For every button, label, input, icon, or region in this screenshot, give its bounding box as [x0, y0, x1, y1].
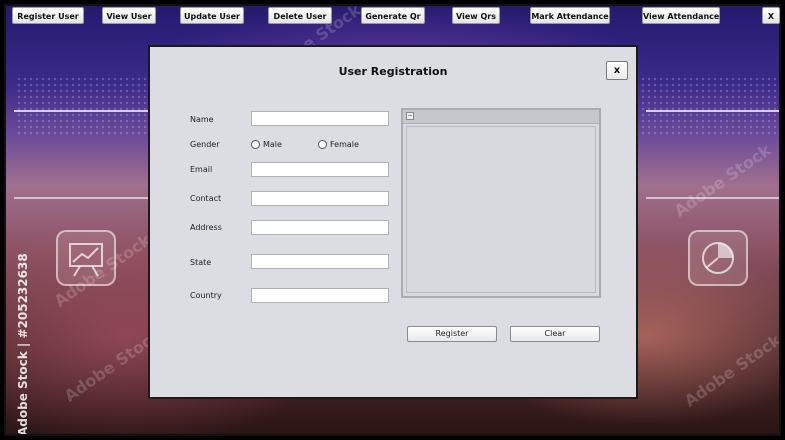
generate-qr-button[interactable]: Generate Qr — [361, 7, 425, 24]
gender-female-label: Female — [330, 140, 359, 149]
watermark-diagonal: Adobe Stock — [680, 330, 781, 411]
name-label: Name — [190, 115, 214, 124]
photo-panel: − — [401, 108, 601, 298]
contact-field[interactable] — [251, 191, 389, 206]
view-user-button[interactable]: View User — [102, 7, 156, 24]
delete-user-button[interactable]: Delete User — [268, 7, 332, 24]
mark-attendance-button[interactable]: Mark Attendance — [530, 7, 610, 24]
user-registration-dialog: User Registration x Name Gender Male Fem… — [148, 45, 638, 399]
email-field[interactable] — [251, 162, 389, 177]
watermark-diagonal: Adobe Stock — [670, 140, 775, 221]
country-label: Country — [190, 291, 222, 300]
view-qrs-button[interactable]: View Qrs — [452, 7, 500, 24]
state-field[interactable] — [251, 254, 389, 269]
background-line — [14, 110, 154, 112]
gender-male-radio[interactable] — [251, 140, 260, 149]
view-attendance-button[interactable]: View Attendance — [642, 7, 720, 24]
background-line — [646, 110, 779, 112]
update-user-button[interactable]: Update User — [180, 7, 244, 24]
photo-panel-titlebar: − — [403, 110, 599, 124]
country-field[interactable] — [251, 288, 389, 303]
background-line — [14, 197, 154, 199]
address-label: Address — [190, 223, 222, 232]
state-label: State — [190, 258, 212, 267]
dialog-title: User Registration — [338, 65, 448, 78]
address-field[interactable] — [251, 220, 389, 235]
gender-male-label: Male — [263, 140, 282, 149]
gender-label: Gender — [190, 140, 220, 149]
dialog-close-button[interactable]: x — [606, 61, 628, 80]
email-label: Email — [190, 165, 213, 174]
exit-button[interactable]: X — [762, 7, 780, 24]
clear-button[interactable]: Clear — [510, 326, 600, 342]
contact-label: Contact — [190, 194, 222, 203]
minimize-icon[interactable]: − — [406, 112, 414, 120]
photo-preview-area — [406, 126, 596, 293]
watermark-vertical: Adobe Stock | #205232638 — [16, 253, 30, 436]
name-field[interactable] — [251, 111, 389, 126]
register-button[interactable]: Register — [407, 326, 497, 342]
register-user-button[interactable]: Register User — [12, 7, 84, 24]
pie-chart-icon — [688, 230, 748, 286]
gender-female-radio[interactable] — [318, 140, 327, 149]
